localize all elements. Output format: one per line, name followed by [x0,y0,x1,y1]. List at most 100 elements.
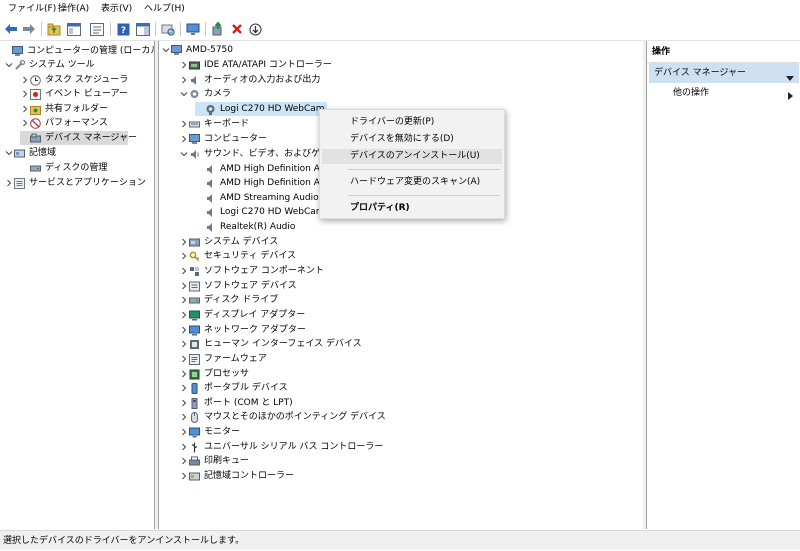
device-label: ディスク ドライブ [204,295,279,305]
chevron-right-icon[interactable] [179,425,189,439]
chevron-right-icon[interactable] [20,116,30,130]
device-row[interactable]: ポータブル デバイス [179,381,288,395]
device-row[interactable]: ディスプレイ アダプター [179,308,305,322]
chevron-right-icon[interactable] [179,367,189,381]
forward-arrow-icon[interactable] [21,21,37,37]
chevron-down-icon[interactable] [4,146,14,160]
chevron-down-icon[interactable] [161,43,171,57]
tree-item-shared-folders[interactable]: 共有フォルダー [20,102,108,116]
tree-item-storage[interactable]: 記憶域 [4,146,56,160]
chevron-right-icon[interactable] [179,293,189,307]
device-row[interactable]: IDE ATA/ATAPI コントローラー [179,58,332,72]
menu-update-driver[interactable]: ドライバーの更新(P) [322,115,502,130]
chevron-down-icon[interactable] [179,87,189,101]
chevron-right-icon[interactable] [179,440,189,454]
device-row[interactable]: Logi C270 HD WebCam [195,205,325,219]
computer-display-icon[interactable] [185,21,201,37]
tree-item-computer-management[interactable]: コンピューターの管理 (ローカル) [2,44,155,58]
device-row[interactable]: セキュリティ デバイス [179,249,296,263]
chevron-right-icon[interactable] [179,352,189,366]
device-row[interactable]: ヒューマン インターフェイス デバイス [179,337,362,351]
properties-icon[interactable] [89,21,105,37]
menu-scan-hardware[interactable]: ハードウェア変更のスキャン(A) [322,175,502,190]
chevron-right-icon[interactable] [179,396,189,410]
tree-label: システム ツール [29,60,95,70]
tree-item-event-viewer[interactable]: イベント ビューアー [20,87,128,101]
tree-item-performance[interactable]: パフォーマンス [20,116,108,130]
device-row[interactable]: ファームウェア [179,352,267,366]
device-row[interactable]: ソフトウェア デバイス [179,279,297,293]
chevron-right-icon[interactable] [20,73,30,87]
device-row[interactable]: オーディオの入力および出力 [179,73,320,87]
tree-item-device-manager[interactable]: デバイス マネージャー [20,131,137,145]
tree-label: コンピューターの管理 (ローカル) [27,46,155,56]
chevron-right-icon[interactable] [179,454,189,468]
device-row[interactable]: ディスク ドライブ [179,293,278,307]
menu-uninstall-device[interactable]: デバイスのアンインストール(U) [322,149,502,164]
device-row[interactable]: ユニバーサル シリアル バス コントローラー [179,440,383,454]
chevron-right-icon[interactable] [179,469,189,483]
device-row[interactable]: ポート (COM と LPT) [179,396,293,410]
device-label: Logi C270 HD WebCam [220,207,325,217]
tree-item-disk-management[interactable]: ディスクの管理 [20,161,107,175]
up-folder-icon[interactable] [46,21,62,37]
firmware-icon [189,353,200,365]
chevron-right-icon[interactable] [179,132,189,146]
chevron-right-icon[interactable] [179,381,189,395]
chevron-down-icon[interactable] [179,147,189,161]
menu-disable-device[interactable]: デバイスを無効にする(D) [322,132,502,147]
chevron-right-icon[interactable] [179,410,189,424]
tree-item-services-apps[interactable]: サービスとアプリケーション [4,176,146,190]
device-row[interactable]: プロセッサ [179,367,249,381]
tree-item-task-scheduler[interactable]: タスク スケジューラ [20,73,128,87]
chevron-right-icon[interactable] [179,249,189,263]
chevron-right-icon[interactable] [179,264,189,278]
device-row[interactable]: Realtek(R) Audio [195,220,295,234]
device-row[interactable]: システム デバイス [179,235,278,249]
chevron-right-icon[interactable] [179,235,189,249]
device-row[interactable]: マウスとそのほかのポインティング デバイス [179,410,386,424]
action-section-device-manager[interactable]: デバイス マネージャー [649,63,799,83]
update-driver-icon[interactable] [210,21,226,37]
delete-x-icon[interactable] [229,21,245,37]
chevron-right-icon[interactable] [179,337,189,351]
chevron-right-icon[interactable] [20,87,30,101]
more-actions-item[interactable]: 他の操作 [647,84,800,102]
device-row[interactable]: Logi C270 HD WebCam [195,102,327,116]
menu-help[interactable]: ヘルプ(H) [143,3,186,16]
device-row[interactable]: 印刷キュー [179,454,249,468]
menu-view[interactable]: 表示(V) [100,3,133,16]
device-row[interactable]: カメラ [179,87,231,101]
chevron-right-icon[interactable] [4,176,14,190]
device-row[interactable]: ソフトウェア コンポーネント [179,264,324,278]
disable-down-icon[interactable] [247,21,263,37]
chevron-right-icon[interactable] [179,308,189,322]
action-pane-icon[interactable] [135,21,151,37]
audio-device-icon [205,164,216,175]
device-label: Logi C270 HD WebCam [220,104,325,114]
device-row[interactable]: コンピューター [179,132,267,146]
device-tree-root[interactable]: AMD-5750 [161,43,233,57]
chevron-right-icon[interactable] [179,323,189,337]
device-row[interactable]: ネットワーク アダプター [179,323,306,337]
chevron-right-icon[interactable] [179,117,189,131]
scan-hardware-icon[interactable] [160,21,176,37]
device-row[interactable]: モニター [179,425,240,439]
menu-file[interactable]: ファイル(F) [7,3,57,16]
console-tree-icon[interactable] [66,21,82,37]
device-row[interactable]: 記憶域コントローラー [179,469,294,483]
mouse-icon [189,411,200,423]
device-row[interactable]: キーボード [179,117,249,131]
chevron-right-icon[interactable] [179,279,189,293]
chevron-right-icon[interactable] [179,73,189,87]
chevron-right-icon[interactable] [179,58,189,72]
back-arrow-icon[interactable] [3,21,19,37]
menu-action[interactable]: 操作(A) [57,3,90,16]
help-icon[interactable]: ? [115,21,131,37]
chevron-down-icon[interactable] [4,58,14,72]
menu-properties[interactable]: プロパティ(R) [322,201,502,216]
tree-item-system-tools[interactable]: システム ツール [4,58,95,72]
chevron-down-icon[interactable] [2,44,12,58]
chevron-right-icon[interactable] [20,102,30,116]
